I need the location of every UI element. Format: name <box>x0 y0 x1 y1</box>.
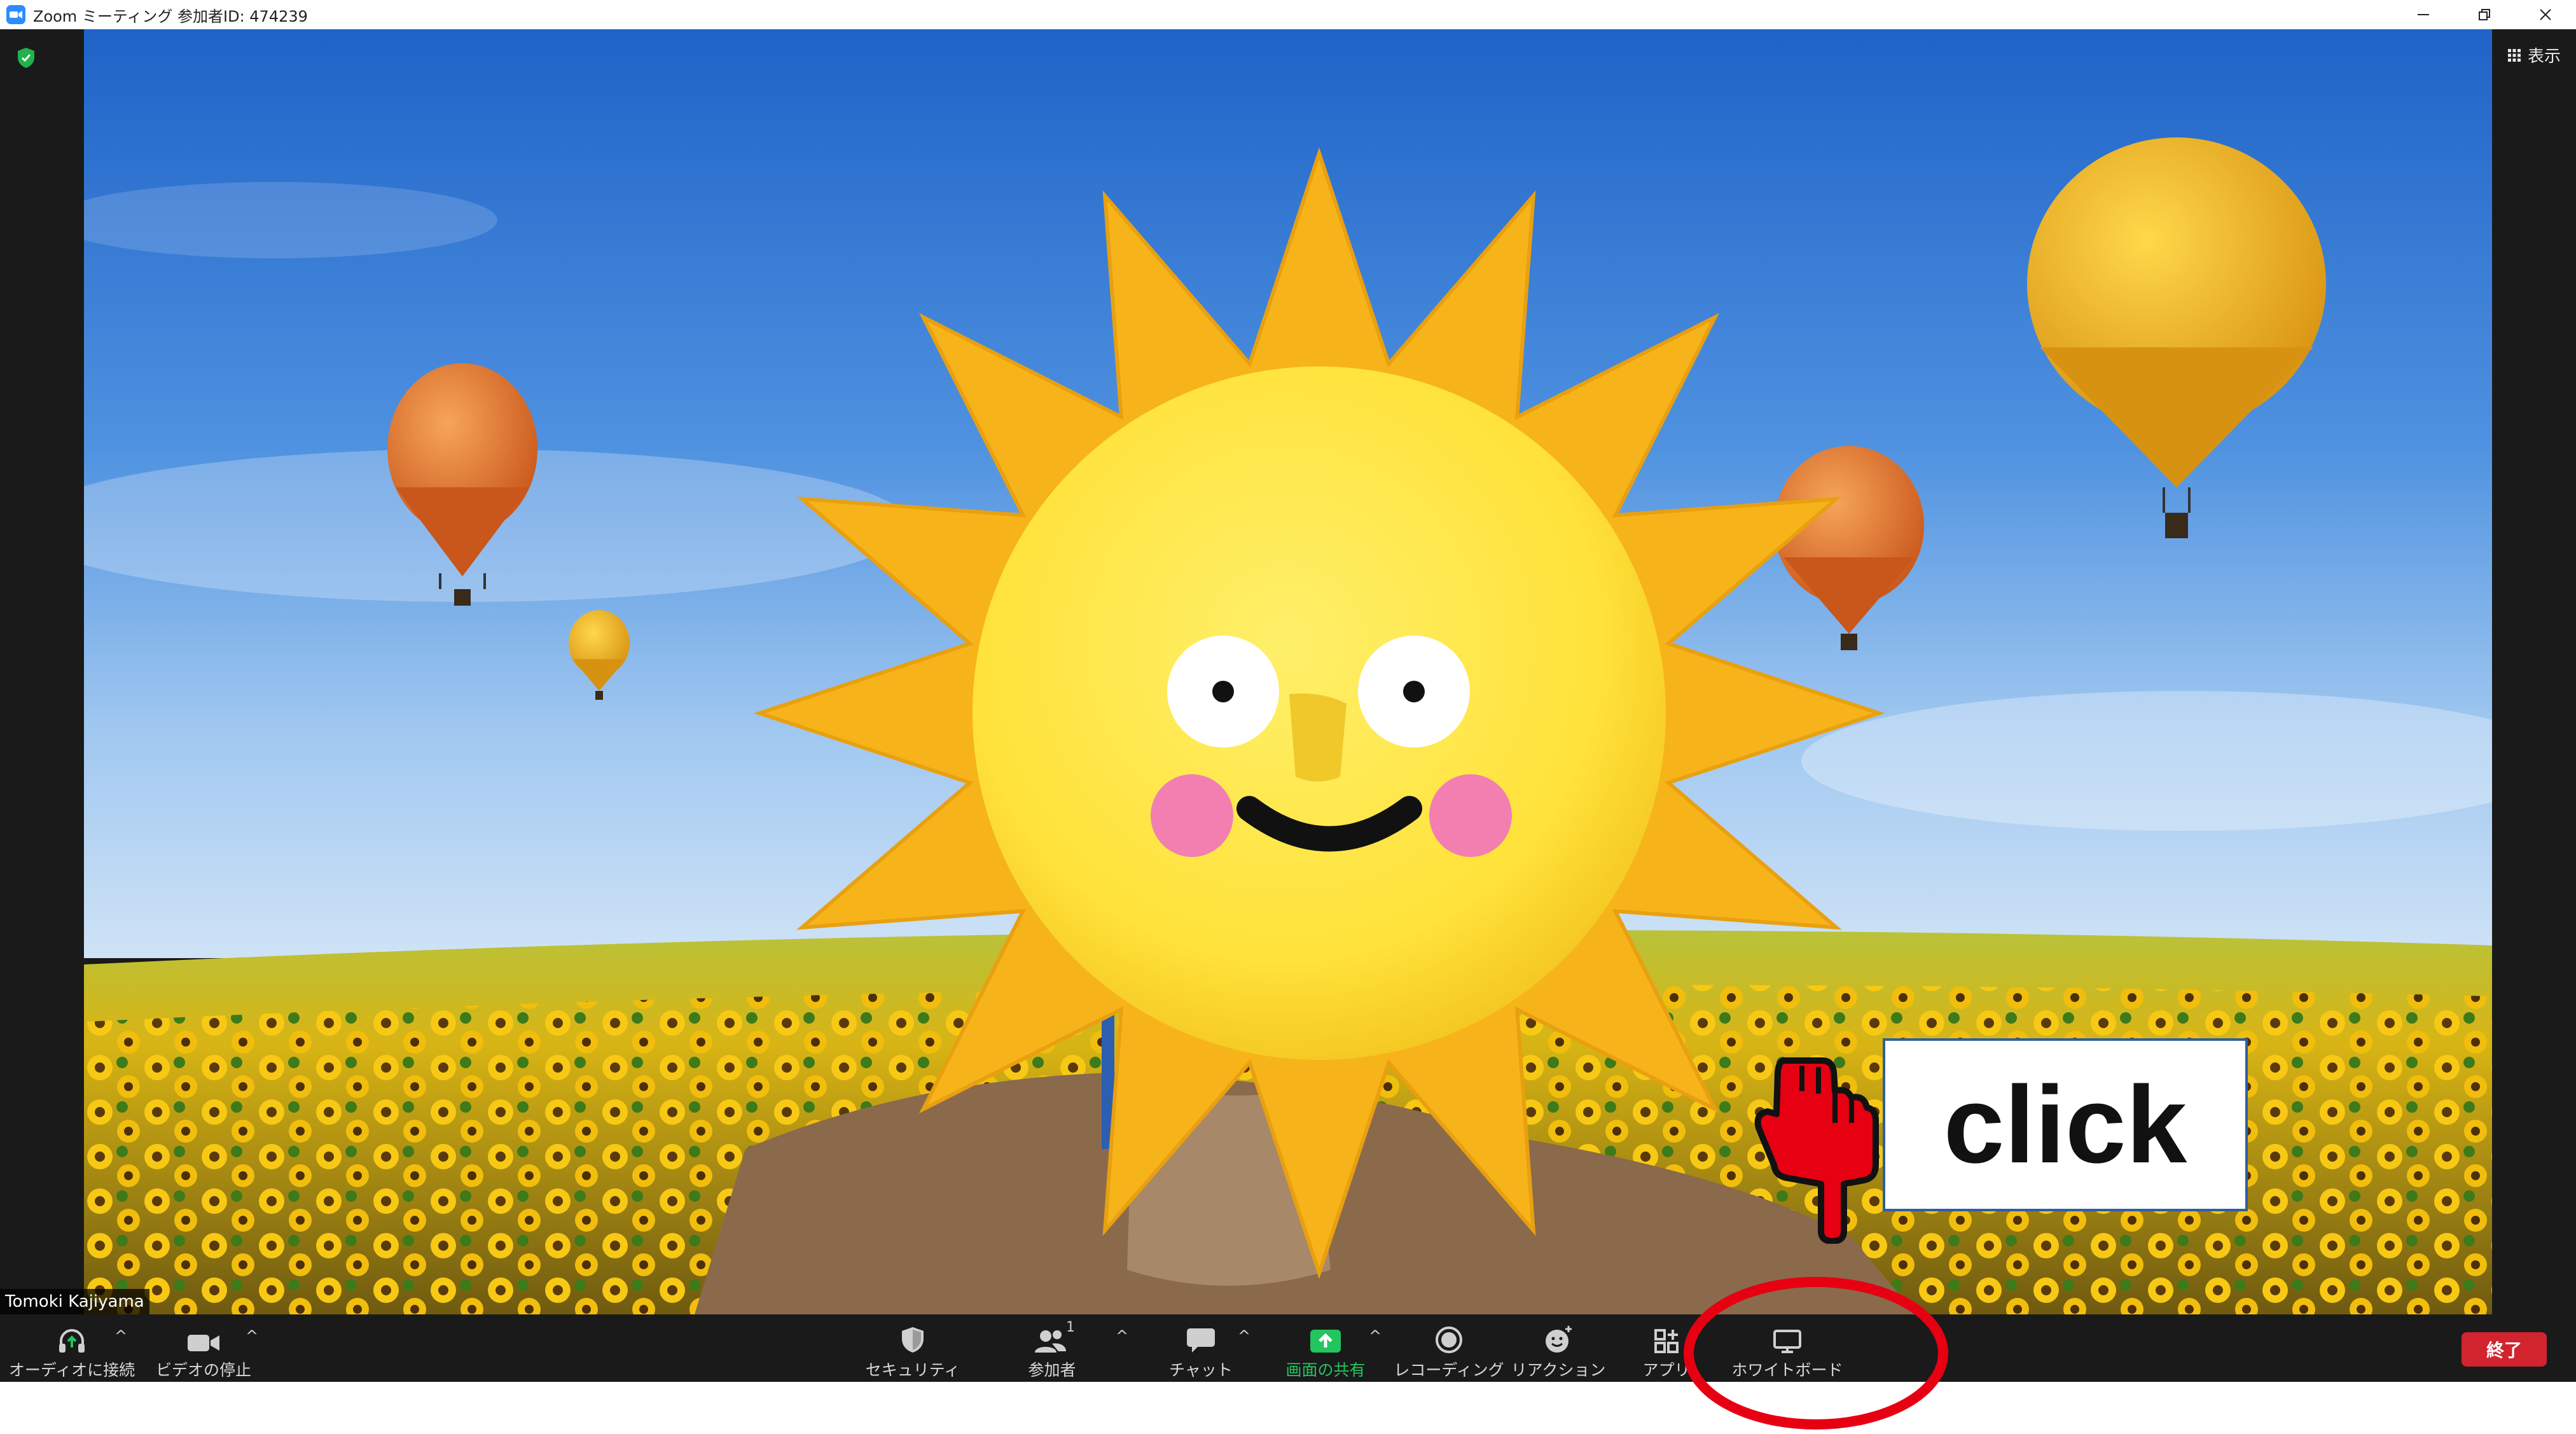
restore-icon <box>2479 9 2490 20</box>
view-label: 表示 <box>2527 47 2561 66</box>
record-label: レコーディング <box>1394 1361 1504 1379</box>
participants-icon <box>1035 1330 1066 1353</box>
security-label: セキュリティ <box>865 1361 960 1379</box>
participants-count: 1 <box>1066 1319 1075 1335</box>
chat-bubble-icon <box>1187 1328 1215 1353</box>
video-label: ビデオの停止 <box>155 1361 251 1379</box>
participants-button[interactable]: 1 参加者 <box>1009 1314 1095 1382</box>
reactions-label: リアクション <box>1511 1361 1606 1379</box>
audio-options-caret-icon[interactable]: ^ <box>114 1327 127 1345</box>
highlight-ellipse <box>1684 1277 1948 1430</box>
encryption-shield-icon[interactable] <box>17 47 36 69</box>
share-screen-icon <box>1310 1330 1341 1353</box>
view-button[interactable]: 表示 <box>2507 43 2561 67</box>
security-shield-icon <box>902 1327 924 1353</box>
apps-icon <box>1654 1329 1679 1353</box>
close-icon <box>2540 9 2551 20</box>
minimize-button[interactable] <box>2393 0 2454 29</box>
audio-label: オーディオに接続 <box>8 1361 135 1379</box>
record-button[interactable]: レコーディング <box>1394 1314 1504 1382</box>
chat-label: チャット <box>1169 1361 1233 1379</box>
share-screen-button[interactable]: 画面の共有 <box>1280 1314 1371 1382</box>
chat-options-caret-icon[interactable]: ^ <box>1238 1327 1250 1345</box>
grid-icon <box>2507 48 2521 62</box>
participants-options-caret-icon[interactable]: ^ <box>1116 1327 1128 1345</box>
zoom-window: Zoom ミーティング 参加者ID: 474239 表示 Tomoki Kaji… <box>0 0 2576 1434</box>
pointing-hand-icon <box>1754 1057 1879 1244</box>
video-options-caret-icon[interactable]: ^ <box>246 1327 258 1345</box>
security-button[interactable]: セキュリティ <box>865 1314 960 1382</box>
end-meeting-button[interactable]: 終了 <box>2462 1332 2547 1367</box>
share-screen-label: 画面の共有 <box>1285 1361 1366 1379</box>
title-bar: Zoom ミーティング 参加者ID: 474239 <box>0 0 2576 29</box>
click-callout-text: click <box>1943 1064 2187 1186</box>
participants-label: 参加者 <box>1028 1361 1076 1379</box>
sun-face-filter <box>753 147 1885 1279</box>
reactions-smiley-icon <box>1546 1326 1572 1353</box>
participant-name-tag: Tomoki Kajiyama <box>0 1289 149 1314</box>
zoom-logo-icon <box>6 5 25 24</box>
share-options-caret-icon[interactable]: ^ <box>1369 1327 1381 1345</box>
meeting-toolbar: オーディオに接続 ^ ビデオの停止 ^ セキュリティ 1 参加者 ^ チャット … <box>0 1314 2576 1382</box>
video-button[interactable]: ビデオの停止 <box>150 1314 257 1382</box>
close-button[interactable] <box>2515 0 2576 29</box>
audio-button[interactable]: オーディオに接続 <box>8 1314 135 1382</box>
video-camera-icon <box>188 1335 219 1351</box>
reactions-button[interactable]: リアクション <box>1507 1314 1609 1382</box>
chat-button[interactable]: チャット <box>1163 1314 1239 1382</box>
click-callout: click <box>1883 1038 2248 1211</box>
restore-button[interactable] <box>2454 0 2515 29</box>
window-title: Zoom ミーティング 参加者ID: 474239 <box>33 7 308 25</box>
minimize-icon <box>2418 14 2429 15</box>
headphones-icon <box>59 1329 85 1353</box>
record-icon <box>1436 1326 1462 1353</box>
